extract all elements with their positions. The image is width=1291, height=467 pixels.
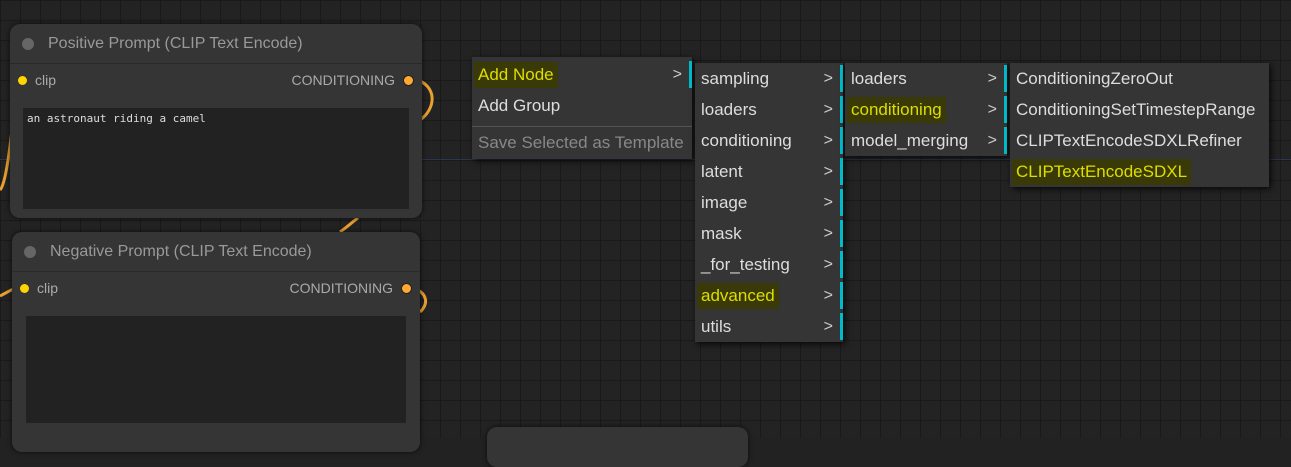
slot-label: CONDITIONING bbox=[291, 72, 395, 88]
prompt-textarea[interactable] bbox=[26, 316, 406, 423]
positive-prompt-node[interactable]: Positive Prompt (CLIP Text Encode) clip … bbox=[10, 24, 422, 218]
menu-item-label: loaders bbox=[701, 99, 757, 119]
menu-item-label: ConditioningSetTimestepRange bbox=[1016, 99, 1256, 119]
menu-item-add-group[interactable]: Add Group bbox=[472, 90, 692, 121]
menu-item-conditioning[interactable]: conditioning > bbox=[695, 125, 843, 156]
negative-prompt-node[interactable]: Negative Prompt (CLIP Text Encode) clip … bbox=[12, 232, 420, 452]
menu-item-label: _for_testing bbox=[701, 254, 790, 274]
chevron-right-icon: > bbox=[823, 224, 833, 242]
chevron-right-icon: > bbox=[823, 255, 833, 273]
menu-item-label: advanced bbox=[697, 282, 779, 309]
collapse-dot-icon[interactable] bbox=[22, 37, 34, 50]
menu-item-label: latent bbox=[701, 161, 743, 181]
collapse-dot-icon[interactable] bbox=[24, 245, 36, 258]
node-title[interactable]: Negative Prompt (CLIP Text Encode) bbox=[12, 232, 420, 272]
menu-item-cliptextencodesdxlrefiner[interactable]: CLIPTextEncodeSDXLRefiner bbox=[1010, 125, 1269, 156]
menu-item-latent[interactable]: latent > bbox=[695, 156, 843, 187]
conditioning-submenu: ConditioningZeroOut ConditioningSetTimest… bbox=[1010, 63, 1269, 187]
chevron-right-icon: > bbox=[987, 131, 997, 149]
node-title-text: Negative Prompt (CLIP Text Encode) bbox=[50, 242, 312, 260]
chevron-right-icon: > bbox=[823, 286, 833, 304]
menu-item-label: model_merging bbox=[851, 130, 969, 150]
category-submenu: sampling > loaders > conditioning > latent > ima… bbox=[695, 63, 843, 342]
menu-item-conditioningsettimesteprange[interactable]: ConditioningSetTimestepRange bbox=[1010, 94, 1269, 125]
menu-item-label: CLIPTextEncodeSDXL bbox=[1012, 158, 1192, 185]
menu-item-image[interactable]: image > bbox=[695, 187, 843, 218]
slot-label: clip bbox=[35, 72, 57, 88]
node-title[interactable]: Positive Prompt (CLIP Text Encode) bbox=[10, 24, 422, 64]
slot-label: CONDITIONING bbox=[289, 280, 393, 296]
chevron-right-icon: > bbox=[823, 100, 833, 118]
menu-item-loaders[interactable]: loaders > bbox=[695, 94, 843, 125]
context-menu: Add Node > Add Group Save Selected as Tem… bbox=[472, 57, 692, 159]
chevron-right-icon: > bbox=[823, 193, 833, 211]
slot-dot-icon bbox=[403, 74, 414, 86]
menu-item-label: ConditioningZeroOut bbox=[1016, 68, 1173, 88]
chevron-right-icon: > bbox=[672, 65, 682, 83]
advanced-submenu: loaders > conditioning > model_merging > bbox=[845, 63, 1007, 156]
menu-item-mask[interactable]: mask > bbox=[695, 218, 843, 249]
slot-label: clip bbox=[37, 280, 59, 296]
menu-item-conditioningzeroout[interactable]: ConditioningZeroOut bbox=[1010, 63, 1269, 94]
menu-item-utils[interactable]: utils > bbox=[695, 311, 843, 342]
menu-item-cliptextencodesdxl[interactable]: CLIPTextEncodeSDXL bbox=[1010, 156, 1269, 187]
menu-item-label: utils bbox=[701, 316, 732, 336]
conditioning-output-slot[interactable]: CONDITIONING bbox=[290, 280, 412, 296]
menu-item-conditioning[interactable]: conditioning > bbox=[845, 94, 1007, 125]
menu-item-loaders[interactable]: loaders > bbox=[845, 63, 1007, 94]
menu-item--for-testing[interactable]: _for_testing > bbox=[695, 249, 843, 280]
slot-dot-icon bbox=[401, 282, 412, 294]
chevron-right-icon: > bbox=[823, 69, 833, 87]
menu-item-label: CLIPTextEncodeSDXLRefiner bbox=[1016, 130, 1242, 150]
chevron-right-icon: > bbox=[987, 69, 997, 87]
menu-item-label: conditioning bbox=[847, 96, 946, 123]
slot-dot-icon bbox=[20, 283, 29, 293]
menu-item-add-node[interactable]: Add Node > bbox=[472, 59, 692, 90]
chevron-right-icon: > bbox=[987, 100, 997, 118]
partial-node[interactable] bbox=[487, 427, 748, 467]
menu-item-sampling[interactable]: sampling > bbox=[695, 63, 843, 94]
menu-item-label: mask bbox=[701, 223, 742, 243]
menu-item-label: sampling bbox=[701, 68, 770, 88]
menu-item-label: loaders bbox=[851, 68, 907, 88]
clip-input-slot[interactable]: clip bbox=[20, 280, 58, 296]
node-title-text: Positive Prompt (CLIP Text Encode) bbox=[48, 34, 303, 52]
wire bbox=[339, 216, 359, 234]
menu-item-model-merging[interactable]: model_merging > bbox=[845, 125, 1007, 156]
chevron-right-icon: > bbox=[823, 162, 833, 180]
menu-item-save-template: Save Selected as Template bbox=[472, 126, 692, 159]
menu-item-advanced[interactable]: advanced > bbox=[695, 280, 843, 311]
prompt-textarea[interactable]: an astronaut riding a camel bbox=[23, 108, 409, 209]
chevron-right-icon: > bbox=[823, 131, 833, 149]
chevron-right-icon: > bbox=[823, 317, 833, 335]
conditioning-output-slot[interactable]: CONDITIONING bbox=[292, 72, 414, 88]
slot-dot-icon bbox=[18, 75, 27, 85]
menu-item-label: conditioning bbox=[701, 130, 792, 150]
clip-input-slot[interactable]: clip bbox=[18, 72, 56, 88]
menu-item-label: image bbox=[701, 192, 748, 212]
